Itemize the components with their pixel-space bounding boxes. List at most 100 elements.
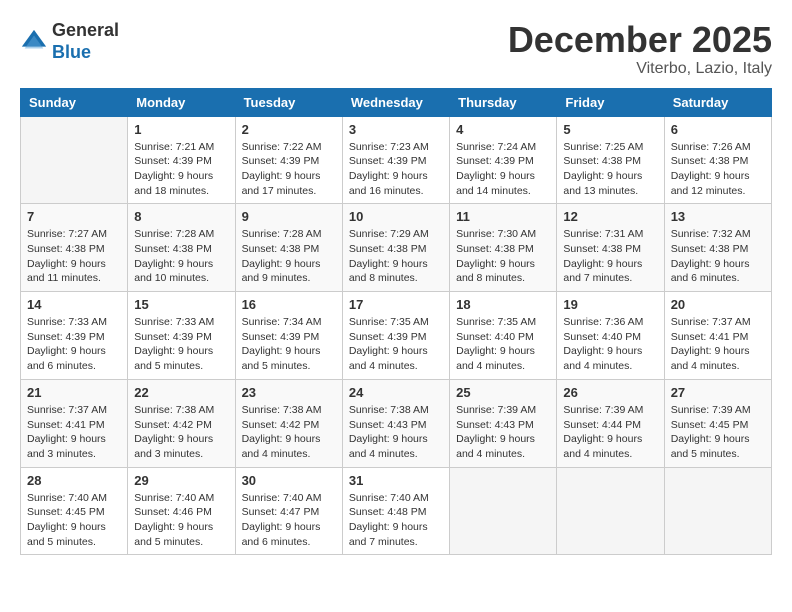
logo-text: General Blue <box>52 20 119 63</box>
day-number: 14 <box>27 297 121 312</box>
calendar-cell: 15 Sunrise: 7:33 AM Sunset: 4:39 PM Dayli… <box>128 292 235 380</box>
calendar-cell: 30 Sunrise: 7:40 AM Sunset: 4:47 PM Dayli… <box>235 467 342 555</box>
day-info: Sunrise: 7:40 AM Sunset: 4:47 PM Dayligh… <box>242 491 336 550</box>
day-info: Sunrise: 7:37 AM Sunset: 4:41 PM Dayligh… <box>671 315 765 374</box>
day-number: 31 <box>349 473 443 488</box>
day-info: Sunrise: 7:33 AM Sunset: 4:39 PM Dayligh… <box>27 315 121 374</box>
calendar-cell <box>21 116 128 204</box>
day-number: 3 <box>349 122 443 137</box>
day-number: 8 <box>134 209 228 224</box>
day-info: Sunrise: 7:38 AM Sunset: 4:43 PM Dayligh… <box>349 403 443 462</box>
day-number: 17 <box>349 297 443 312</box>
calendar-cell <box>450 467 557 555</box>
calendar-day-header: Wednesday <box>342 88 449 116</box>
day-info: Sunrise: 7:30 AM Sunset: 4:38 PM Dayligh… <box>456 227 550 286</box>
day-number: 13 <box>671 209 765 224</box>
calendar-cell: 19Sunrise: 7:36 AM Sunset: 4:40 PM Dayli… <box>557 292 664 380</box>
day-info: Sunrise: 7:21 AM Sunset: 4:39 PM Dayligh… <box>134 140 228 199</box>
day-info: Sunrise: 7:24 AM Sunset: 4:39 PM Dayligh… <box>456 140 550 199</box>
calendar-day-header: Sunday <box>21 88 128 116</box>
calendar-cell: 17 Sunrise: 7:35 AM Sunset: 4:39 PM Dayli… <box>342 292 449 380</box>
title-area: December 2025 Viterbo, Lazio, Italy <box>508 20 772 78</box>
calendar-cell <box>664 467 771 555</box>
calendar-header-row: SundayMondayTuesdayWednesdayThursdayFrid… <box>21 88 772 116</box>
day-info: Sunrise: 7:33 AM Sunset: 4:39 PM Dayligh… <box>134 315 228 374</box>
day-number: 29 <box>134 473 228 488</box>
day-info: Sunrise: 7:28 AM Sunset: 4:38 PM Dayligh… <box>134 227 228 286</box>
calendar-cell: 1 Sunrise: 7:21 AM Sunset: 4:39 PM Daylig… <box>128 116 235 204</box>
calendar-cell: 13 Sunrise: 7:32 AM Sunset: 4:38 PM Dayli… <box>664 204 771 292</box>
day-number: 6 <box>671 122 765 137</box>
day-info: Sunrise: 7:32 AM Sunset: 4:38 PM Dayligh… <box>671 227 765 286</box>
day-number: 25 <box>456 385 550 400</box>
calendar-cell: 8 Sunrise: 7:28 AM Sunset: 4:38 PM Daylig… <box>128 204 235 292</box>
calendar-cell: 6Sunrise: 7:26 AM Sunset: 4:38 PM Daylig… <box>664 116 771 204</box>
calendar-cell: 31 Sunrise: 7:40 AM Sunset: 4:48 PM Dayli… <box>342 467 449 555</box>
calendar-cell <box>557 467 664 555</box>
calendar-cell: 11 Sunrise: 7:30 AM Sunset: 4:38 PM Dayli… <box>450 204 557 292</box>
logo-icon <box>20 28 48 56</box>
calendar-day-header: Thursday <box>450 88 557 116</box>
day-info: Sunrise: 7:38 AM Sunset: 4:42 PM Dayligh… <box>134 403 228 462</box>
calendar-cell: 23Sunrise: 7:38 AM Sunset: 4:42 PM Dayli… <box>235 379 342 467</box>
day-number: 16 <box>242 297 336 312</box>
day-number: 30 <box>242 473 336 488</box>
logo-blue: Blue <box>52 42 119 64</box>
page-header: General Blue December 2025 Viterbo, Lazi… <box>20 20 772 78</box>
calendar-cell: 18Sunrise: 7:35 AM Sunset: 4:40 PM Dayli… <box>450 292 557 380</box>
day-info: Sunrise: 7:40 AM Sunset: 4:45 PM Dayligh… <box>27 491 121 550</box>
calendar-week-row: 28 Sunrise: 7:40 AM Sunset: 4:45 PM Dayli… <box>21 467 772 555</box>
day-number: 5 <box>563 122 657 137</box>
day-info: Sunrise: 7:39 AM Sunset: 4:44 PM Dayligh… <box>563 403 657 462</box>
calendar-day-header: Tuesday <box>235 88 342 116</box>
day-info: Sunrise: 7:37 AM Sunset: 4:41 PM Dayligh… <box>27 403 121 462</box>
day-info: Sunrise: 7:39 AM Sunset: 4:45 PM Dayligh… <box>671 403 765 462</box>
calendar-day-header: Friday <box>557 88 664 116</box>
calendar-cell: 9Sunrise: 7:28 AM Sunset: 4:38 PM Daylig… <box>235 204 342 292</box>
day-number: 15 <box>134 297 228 312</box>
day-info: Sunrise: 7:25 AM Sunset: 4:38 PM Dayligh… <box>563 140 657 199</box>
calendar-day-header: Monday <box>128 88 235 116</box>
day-info: Sunrise: 7:35 AM Sunset: 4:39 PM Dayligh… <box>349 315 443 374</box>
day-info: Sunrise: 7:23 AM Sunset: 4:39 PM Dayligh… <box>349 140 443 199</box>
day-number: 7 <box>27 209 121 224</box>
day-info: Sunrise: 7:28 AM Sunset: 4:38 PM Dayligh… <box>242 227 336 286</box>
calendar-cell: 14 Sunrise: 7:33 AM Sunset: 4:39 PM Dayli… <box>21 292 128 380</box>
day-info: Sunrise: 7:34 AM Sunset: 4:39 PM Dayligh… <box>242 315 336 374</box>
day-info: Sunrise: 7:36 AM Sunset: 4:40 PM Dayligh… <box>563 315 657 374</box>
calendar-cell: 12Sunrise: 7:31 AM Sunset: 4:38 PM Dayli… <box>557 204 664 292</box>
logo-general: General <box>52 20 119 42</box>
day-info: Sunrise: 7:29 AM Sunset: 4:38 PM Dayligh… <box>349 227 443 286</box>
day-number: 10 <box>349 209 443 224</box>
calendar-cell: 5 Sunrise: 7:25 AM Sunset: 4:38 PM Daylig… <box>557 116 664 204</box>
calendar-cell: 26 Sunrise: 7:39 AM Sunset: 4:44 PM Dayli… <box>557 379 664 467</box>
calendar-week-row: 7 Sunrise: 7:27 AM Sunset: 4:38 PM Daylig… <box>21 204 772 292</box>
day-number: 24 <box>349 385 443 400</box>
calendar-week-row: 21Sunrise: 7:37 AM Sunset: 4:41 PM Dayli… <box>21 379 772 467</box>
day-number: 27 <box>671 385 765 400</box>
day-number: 2 <box>242 122 336 137</box>
calendar-cell: 4 Sunrise: 7:24 AM Sunset: 4:39 PM Daylig… <box>450 116 557 204</box>
day-info: Sunrise: 7:40 AM Sunset: 4:46 PM Dayligh… <box>134 491 228 550</box>
day-info: Sunrise: 7:38 AM Sunset: 4:42 PM Dayligh… <box>242 403 336 462</box>
calendar-cell: 7 Sunrise: 7:27 AM Sunset: 4:38 PM Daylig… <box>21 204 128 292</box>
day-number: 11 <box>456 209 550 224</box>
day-number: 1 <box>134 122 228 137</box>
day-info: Sunrise: 7:31 AM Sunset: 4:38 PM Dayligh… <box>563 227 657 286</box>
calendar-cell: 22 Sunrise: 7:38 AM Sunset: 4:42 PM Dayli… <box>128 379 235 467</box>
calendar-cell: 16 Sunrise: 7:34 AM Sunset: 4:39 PM Dayli… <box>235 292 342 380</box>
day-info: Sunrise: 7:40 AM Sunset: 4:48 PM Dayligh… <box>349 491 443 550</box>
calendar-cell: 2 Sunrise: 7:22 AM Sunset: 4:39 PM Daylig… <box>235 116 342 204</box>
day-number: 22 <box>134 385 228 400</box>
location: Viterbo, Lazio, Italy <box>508 60 772 78</box>
calendar-day-header: Saturday <box>664 88 771 116</box>
day-info: Sunrise: 7:22 AM Sunset: 4:39 PM Dayligh… <box>242 140 336 199</box>
calendar-cell: 10 Sunrise: 7:29 AM Sunset: 4:38 PM Dayli… <box>342 204 449 292</box>
day-number: 4 <box>456 122 550 137</box>
calendar-cell: 3 Sunrise: 7:23 AM Sunset: 4:39 PM Daylig… <box>342 116 449 204</box>
day-number: 28 <box>27 473 121 488</box>
day-info: Sunrise: 7:39 AM Sunset: 4:43 PM Dayligh… <box>456 403 550 462</box>
day-info: Sunrise: 7:27 AM Sunset: 4:38 PM Dayligh… <box>27 227 121 286</box>
logo: General Blue <box>20 20 119 63</box>
day-number: 26 <box>563 385 657 400</box>
